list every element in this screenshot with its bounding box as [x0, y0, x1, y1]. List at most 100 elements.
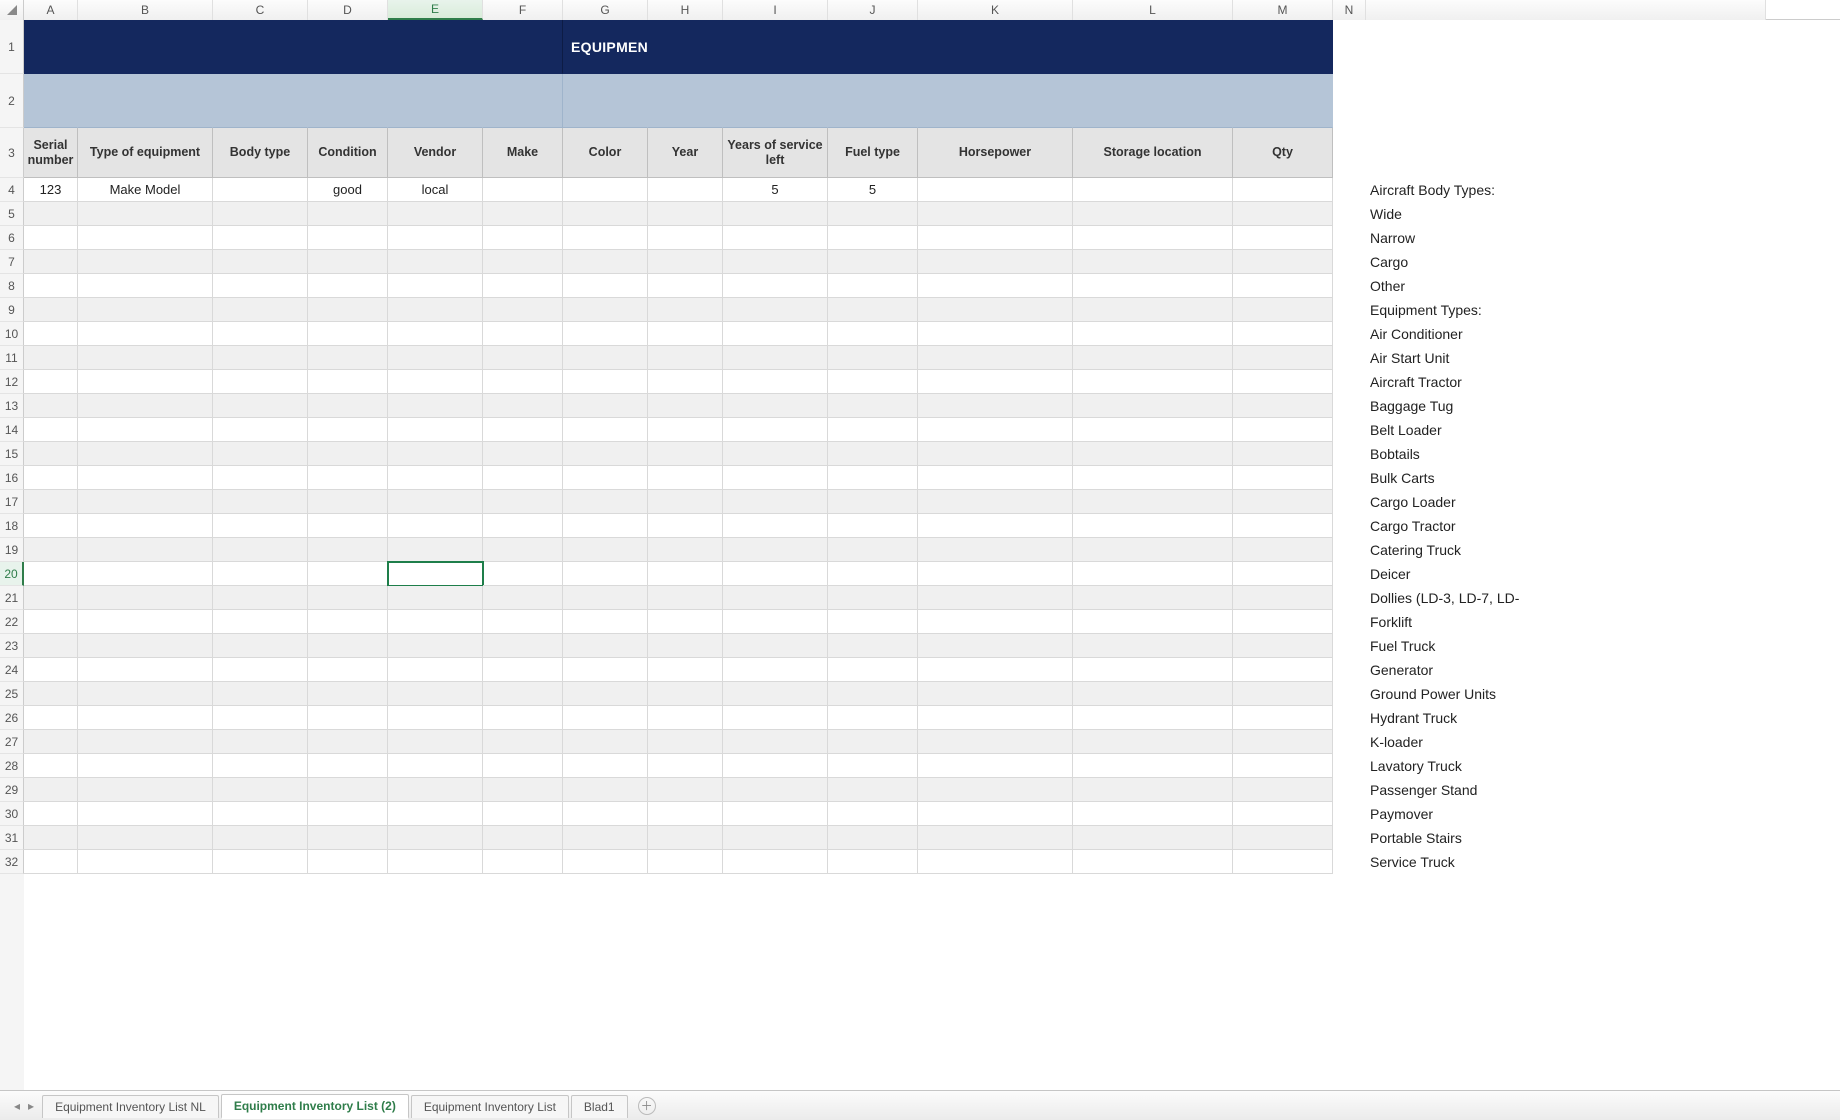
cell-D15[interactable]	[308, 442, 388, 466]
cell-O2[interactable]	[1366, 74, 1766, 128]
row-header-2[interactable]: 2	[0, 74, 24, 128]
cell-N1[interactable]	[1333, 20, 1366, 74]
header-A[interactable]: Serial number	[24, 128, 78, 178]
cell-B24[interactable]	[78, 658, 213, 682]
cell-A2[interactable]	[24, 74, 78, 128]
cell-B11[interactable]	[78, 346, 213, 370]
cell-K6[interactable]	[918, 226, 1073, 250]
cell-G27[interactable]	[563, 730, 648, 754]
cell-G8[interactable]	[563, 274, 648, 298]
cell-N13[interactable]	[1333, 394, 1366, 418]
row-header-25[interactable]: 25	[0, 682, 24, 706]
cell-H25[interactable]	[648, 682, 723, 706]
cell-J20[interactable]	[828, 562, 918, 586]
add-sheet-button[interactable]: ＋	[638, 1097, 656, 1115]
cell-N17[interactable]	[1333, 490, 1366, 514]
cell-E8[interactable]	[388, 274, 483, 298]
cell-A18[interactable]	[24, 514, 78, 538]
cell-J18[interactable]	[828, 514, 918, 538]
cell-D10[interactable]	[308, 322, 388, 346]
cell-E14[interactable]	[388, 418, 483, 442]
cell-G2[interactable]	[563, 74, 648, 128]
row-header-32[interactable]: 32	[0, 850, 24, 874]
cell-D21[interactable]	[308, 586, 388, 610]
cell-N16[interactable]	[1333, 466, 1366, 490]
cell-O1[interactable]	[1366, 20, 1766, 74]
cell-B5[interactable]	[78, 202, 213, 226]
cell-M5[interactable]	[1233, 202, 1333, 226]
row-header-8[interactable]: 8	[0, 274, 24, 298]
cell-N21[interactable]	[1333, 586, 1366, 610]
col-header-E[interactable]: E	[388, 0, 483, 20]
cell-A5[interactable]	[24, 202, 78, 226]
row-header-31[interactable]: 31	[0, 826, 24, 850]
cell-D24[interactable]	[308, 658, 388, 682]
cell-J13[interactable]	[828, 394, 918, 418]
cell-G14[interactable]	[563, 418, 648, 442]
cell-H22[interactable]	[648, 610, 723, 634]
cell-J22[interactable]	[828, 610, 918, 634]
cell-E17[interactable]	[388, 490, 483, 514]
cell-D7[interactable]	[308, 250, 388, 274]
cell-J14[interactable]	[828, 418, 918, 442]
cell-L14[interactable]	[1073, 418, 1233, 442]
cell-C18[interactable]	[213, 514, 308, 538]
cell-H1[interactable]	[648, 20, 723, 74]
cell-L26[interactable]	[1073, 706, 1233, 730]
cell-G11[interactable]	[563, 346, 648, 370]
cell-M25[interactable]	[1233, 682, 1333, 706]
cell-A16[interactable]	[24, 466, 78, 490]
cell-J25[interactable]	[828, 682, 918, 706]
row-header-24[interactable]: 24	[0, 658, 24, 682]
cell-E22[interactable]	[388, 610, 483, 634]
cell-M20[interactable]	[1233, 562, 1333, 586]
cell-B29[interactable]	[78, 778, 213, 802]
cell-C28[interactable]	[213, 754, 308, 778]
cell-H32[interactable]	[648, 850, 723, 874]
col-header-N[interactable]: N	[1333, 0, 1366, 20]
cell-H2[interactable]	[648, 74, 723, 128]
cell-L5[interactable]	[1073, 202, 1233, 226]
row-header-20[interactable]: 20	[0, 562, 24, 586]
cell-N31[interactable]	[1333, 826, 1366, 850]
cell-D18[interactable]	[308, 514, 388, 538]
col-header-A[interactable]: A	[24, 0, 78, 20]
cell-F14[interactable]	[483, 418, 563, 442]
tab-nav-next-icon[interactable]: ▸	[28, 1099, 34, 1113]
cell-D1[interactable]	[308, 20, 388, 74]
cell-L4[interactable]	[1073, 178, 1233, 202]
cell-F11[interactable]	[483, 346, 563, 370]
cell-C21[interactable]	[213, 586, 308, 610]
cell-E7[interactable]	[388, 250, 483, 274]
cell-D12[interactable]	[308, 370, 388, 394]
cell-E12[interactable]	[388, 370, 483, 394]
cell-E11[interactable]	[388, 346, 483, 370]
cell-F18[interactable]	[483, 514, 563, 538]
cell-N20[interactable]	[1333, 562, 1366, 586]
cell-C11[interactable]	[213, 346, 308, 370]
col-header-D[interactable]: D	[308, 0, 388, 20]
cell-H28[interactable]	[648, 754, 723, 778]
cell-D26[interactable]	[308, 706, 388, 730]
cell-C4[interactable]	[213, 178, 308, 202]
cell-D13[interactable]	[308, 394, 388, 418]
cell-I18[interactable]	[723, 514, 828, 538]
cell-G18[interactable]	[563, 514, 648, 538]
cell-K14[interactable]	[918, 418, 1073, 442]
cell-I20[interactable]	[723, 562, 828, 586]
cell-K10[interactable]	[918, 322, 1073, 346]
cell-N3[interactable]	[1333, 128, 1366, 178]
cell-L25[interactable]	[1073, 682, 1233, 706]
cell-O3[interactable]	[1366, 128, 1766, 178]
cell-C5[interactable]	[213, 202, 308, 226]
cell-G20[interactable]	[563, 562, 648, 586]
header-H[interactable]: Year	[648, 128, 723, 178]
cell-H31[interactable]	[648, 826, 723, 850]
cell-C32[interactable]	[213, 850, 308, 874]
cell-D9[interactable]	[308, 298, 388, 322]
cell-A30[interactable]	[24, 802, 78, 826]
cell-I31[interactable]	[723, 826, 828, 850]
cell-I4[interactable]: 5	[723, 178, 828, 202]
cell-F21[interactable]	[483, 586, 563, 610]
row-header-28[interactable]: 28	[0, 754, 24, 778]
